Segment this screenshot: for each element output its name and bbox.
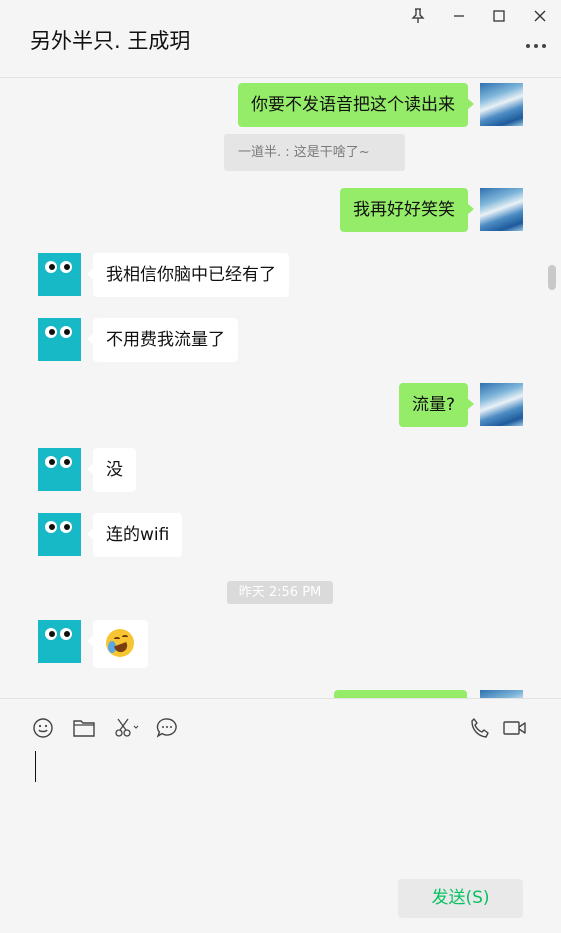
peer-message-bubble[interactable] <box>87 620 148 668</box>
message-list[interactable]: 你要不发语音把这个读出来 一道半. : 这是干啥了~ 我再好好笑笑 我相信你脑中… <box>0 79 561 698</box>
chat-title: 另外半只. 王成玥 <box>30 29 191 53</box>
video-call-icon[interactable] <box>502 715 528 741</box>
minimize-icon[interactable] <box>448 6 470 26</box>
my-message-bubble-partial[interactable] <box>334 690 467 698</box>
peer-avatar[interactable] <box>38 513 81 556</box>
quoted-message[interactable]: 一道半. : 这是干啥了~ <box>224 134 405 171</box>
my-avatar[interactable] <box>480 690 523 698</box>
my-avatar[interactable] <box>480 83 523 126</box>
send-button[interactable]: 发送(S) <box>398 879 523 918</box>
chat-bubble-icon[interactable] <box>154 715 180 741</box>
screenshot-scissors-icon[interactable] <box>112 715 142 741</box>
peer-avatar[interactable] <box>38 448 81 491</box>
chat-header: 另外半只. 王成玥 <box>0 0 561 78</box>
peer-message-bubble[interactable]: 连的wifi <box>86 513 183 557</box>
my-avatar[interactable] <box>480 188 523 231</box>
my-message-bubble[interactable]: 你要不发语音把这个读出来 <box>238 83 474 127</box>
my-message-bubble[interactable]: 我再好好笑笑 <box>340 188 474 232</box>
more-options-icon[interactable] <box>523 36 549 56</box>
timestamp: 昨天 2:56 PM <box>227 581 333 604</box>
peer-message-bubble[interactable]: 没 <box>87 448 136 492</box>
text-input-caret[interactable] <box>35 751 36 782</box>
peer-avatar[interactable] <box>38 318 81 361</box>
chat-scrollbar[interactable] <box>548 265 556 290</box>
voice-call-icon[interactable] <box>467 715 493 741</box>
maximize-icon[interactable] <box>488 6 510 26</box>
input-area: 发送(S) <box>0 698 561 933</box>
chat-window: 另外半只. 王成玥 你要不发语音把这个读出来 一道半. : 这是干啥了~ 我再好… <box>0 0 561 933</box>
my-avatar[interactable] <box>480 383 523 426</box>
peer-message-bubble[interactable]: 不用费我流量了 <box>87 318 238 362</box>
peer-avatar[interactable] <box>38 253 81 296</box>
pin-icon[interactable] <box>407 6 429 26</box>
peer-message-bubble[interactable]: 我相信你脑中已经有了 <box>87 253 289 297</box>
rolling-laughing-emoji-icon <box>106 629 134 657</box>
emoji-icon[interactable] <box>30 715 56 741</box>
folder-icon[interactable] <box>71 715 97 741</box>
my-message-bubble[interactable]: 流量? <box>398 383 475 427</box>
peer-avatar[interactable] <box>38 620 81 663</box>
close-icon[interactable] <box>529 6 551 26</box>
